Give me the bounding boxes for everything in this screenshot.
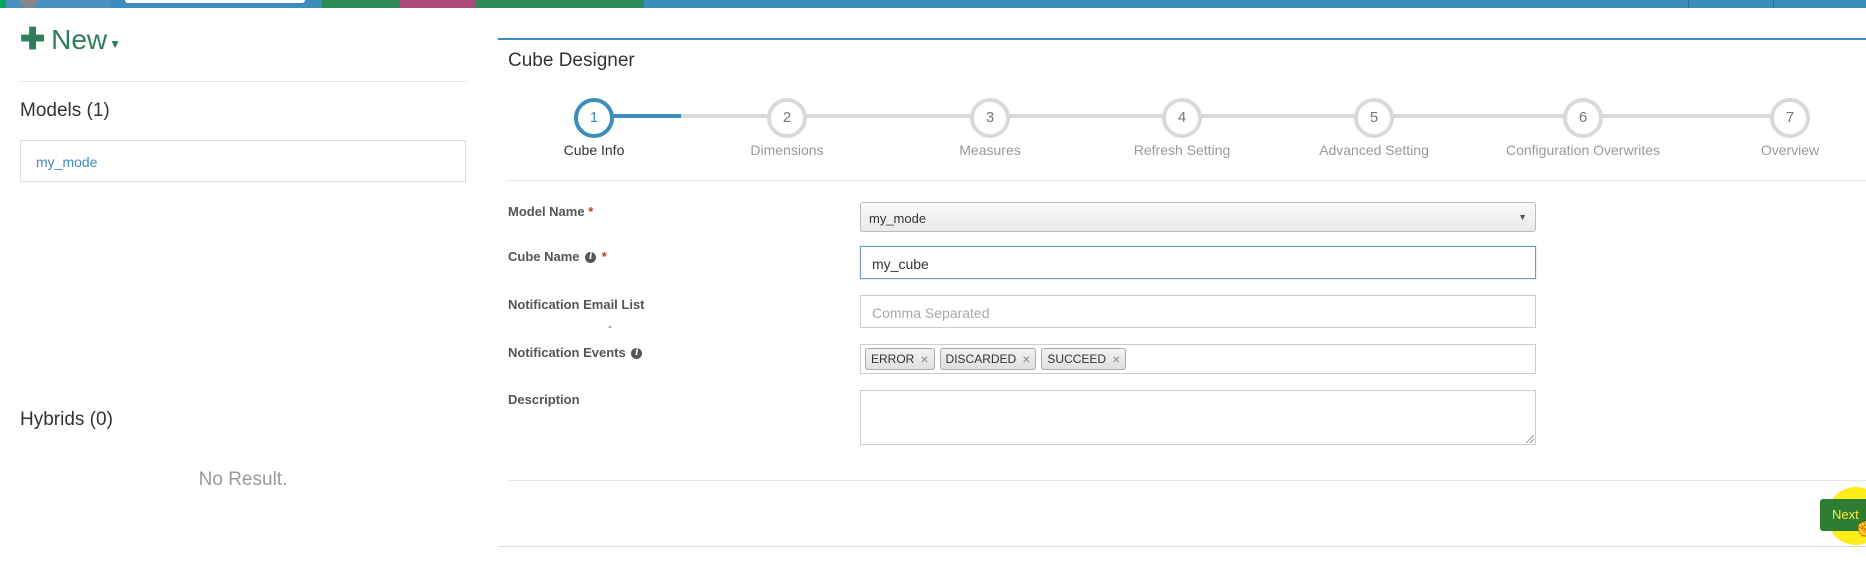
hybrids-empty-message: No Result.	[198, 469, 288, 490]
step-label: Dimensions	[750, 142, 824, 158]
models-section-title: Models (1)	[20, 100, 110, 121]
panel-title: Cube Designer	[508, 50, 635, 71]
nav-tab-1[interactable]	[322, 0, 400, 8]
model-name-label: Model Name *	[508, 204, 594, 219]
resize-handle-icon[interactable]	[1526, 435, 1534, 443]
step-number: 2	[767, 98, 807, 138]
wizard-step-overview[interactable]: 7 Overview	[1690, 98, 1866, 158]
step-number: 1	[574, 98, 614, 138]
step-label: Cube Info	[563, 142, 625, 158]
wizard-divider	[508, 180, 1866, 181]
step-label: Configuration Overwrites	[1505, 142, 1661, 158]
cube-designer-panel: Cube Designer 1 Cube Info 2 Dimensions 3…	[498, 38, 1866, 547]
notification-events-input[interactable]: ERROR × DISCARDED × SUCCEED ×	[860, 344, 1536, 374]
nav-search-input[interactable]	[125, 0, 305, 3]
step-number: 5	[1354, 98, 1394, 138]
email-list-label: Notification Email List	[508, 297, 645, 312]
step-label: Overview	[1760, 142, 1820, 158]
wizard-step-advanced-setting[interactable]: 5 Advanced Setting	[1274, 98, 1474, 158]
cube-name-value: my_cube	[872, 256, 929, 272]
email-list-placeholder: Comma Separated	[872, 305, 990, 321]
nav-tab-3[interactable]	[476, 0, 644, 8]
hand-cursor-icon: ☝	[1853, 515, 1866, 537]
nav-divider	[1773, 0, 1774, 8]
hybrids-section-title: Hybrids (0)	[20, 409, 113, 430]
dropdown-arrow-icon: ▼	[1518, 212, 1527, 222]
caret-down-icon: ▼	[109, 37, 122, 51]
wizard-step-dimensions[interactable]: 2 Dimensions	[687, 98, 887, 158]
nav-logo-area[interactable]	[0, 0, 110, 8]
step-number: 7	[1770, 98, 1810, 138]
description-textarea[interactable]	[860, 390, 1536, 445]
top-nav-bar	[0, 0, 1866, 8]
event-tag-succeed: SUCCEED ×	[1041, 348, 1127, 370]
wizard-step-cube-info[interactable]: 1 Cube Info	[494, 98, 694, 158]
sidebar-divider	[20, 81, 467, 82]
step-label: Measures	[959, 142, 1021, 158]
cube-name-label: Cube Name i *	[508, 249, 607, 264]
wizard-step-measures[interactable]: 3 Measures	[890, 98, 1090, 158]
cube-name-input[interactable]: my_cube	[860, 246, 1536, 279]
notification-events-label: Notification Events i	[508, 345, 644, 360]
new-button-label: New	[51, 24, 108, 55]
event-tag-error: ERROR ×	[865, 348, 935, 370]
step-label: Advanced Setting	[1319, 142, 1429, 158]
form-divider	[508, 480, 1866, 481]
required-marker: *	[601, 249, 607, 264]
model-name-selected: my_mode	[869, 211, 927, 226]
step-number: 3	[970, 98, 1010, 138]
step-number: 6	[1563, 98, 1603, 138]
email-list-input[interactable]: Comma Separated	[860, 295, 1536, 328]
step-number: 4	[1162, 98, 1202, 138]
remove-tag-icon[interactable]: ×	[1022, 352, 1030, 366]
new-button[interactable]: ✚ New ▼	[20, 24, 121, 56]
info-icon[interactable]: i	[585, 252, 597, 264]
nav-divider	[1688, 0, 1689, 8]
info-icon[interactable]: i	[631, 348, 643, 360]
wizard-step-configuration-overwrites[interactable]: 6 Configuration Overwrites	[1483, 98, 1683, 158]
required-marker: *	[588, 204, 594, 219]
email-list-dash: -	[608, 319, 612, 333]
model-list: my_mode	[20, 140, 466, 182]
event-tag-discarded: DISCARDED ×	[939, 348, 1037, 370]
plus-icon: ✚	[20, 23, 46, 56]
nav-tab-2[interactable]	[400, 0, 476, 8]
model-link[interactable]: my_mode	[36, 154, 97, 170]
wizard-step-refresh-setting[interactable]: 4 Refresh Setting	[1082, 98, 1282, 158]
remove-tag-icon[interactable]: ×	[920, 352, 928, 366]
remove-tag-icon[interactable]: ×	[1112, 352, 1120, 366]
model-name-select[interactable]: my_mode ▼	[860, 202, 1536, 232]
nav-indicator	[0, 0, 6, 8]
description-label: Description	[508, 392, 580, 407]
step-label: Refresh Setting	[1133, 142, 1231, 158]
